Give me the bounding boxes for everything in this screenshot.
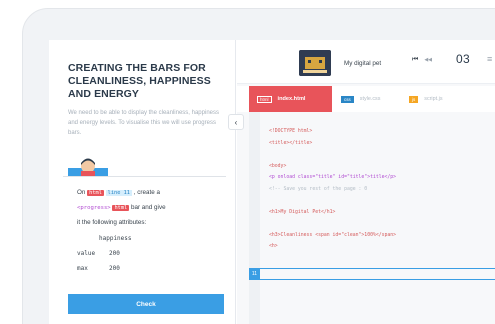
code-line: <!DOCTYPE html>	[269, 129, 313, 134]
code-comment: <!-- Save you rest of the page : 0	[269, 186, 368, 192]
task-line-1: On html line 11 , create a	[77, 189, 160, 196]
project-name: My digital pet	[344, 60, 382, 67]
attribute-value-key: value	[77, 250, 96, 257]
mascot-icon	[68, 158, 108, 176]
html-tag: html	[112, 205, 130, 211]
active-line-number: 11	[249, 269, 260, 279]
skip-back-icon[interactable]: ⏮	[412, 56, 418, 64]
step-controls: ⏮ ◀◀	[412, 56, 432, 64]
chevron-left-icon: ‹	[234, 117, 238, 127]
task-line-3: it the following attributes:	[77, 219, 147, 226]
html-tag: html	[87, 190, 104, 196]
active-code-line[interactable]	[249, 268, 495, 280]
tab-script-js[interactable]: js script.js	[403, 86, 443, 112]
tab-label: index.html	[277, 96, 306, 102]
tab-index-html[interactable]: html index.html	[249, 86, 332, 112]
attribute-name: happiness	[99, 235, 132, 242]
next-step-icon[interactable]: ≡	[487, 54, 492, 64]
code-line: <h3>Cleanliness <span id="clean">100%</s…	[269, 232, 397, 238]
task-line-2: <progress> html bar and give	[77, 204, 166, 211]
task-text: , create a	[133, 189, 161, 196]
lesson-title: CREATING THE BARS FOR CLEANLINESS, HAPPI…	[68, 62, 211, 100]
lesson-intro: We need to be able to display the cleanl…	[68, 110, 219, 136]
code-line: <h1>My Digital Pet</h1>	[269, 209, 336, 215]
pet-image-icon	[299, 50, 331, 76]
check-button[interactable]: Check	[68, 294, 224, 314]
code-line: <body>	[269, 163, 287, 169]
attribute-max-key: max	[77, 265, 88, 272]
tab-label: style.css	[359, 96, 381, 102]
file-tabs: html index.html css style.css js script.…	[237, 86, 495, 112]
lesson-panel: CREATING THE BARS FOR CLEANLINESS, HAPPI…	[49, 40, 236, 324]
code-area[interactable]: <!DOCTYPE html> <title></title> <body> <…	[269, 126, 495, 253]
task-text: bar and give	[130, 204, 166, 211]
code-line: <p onload class="title" id="title">title…	[269, 175, 397, 180]
project-header: My digital pet ⏮ ◀◀ 03 ≡	[237, 40, 495, 84]
app-window: CREATING THE BARS FOR CLEANLINESS, HAPPI…	[49, 40, 495, 324]
tab-label: script.js	[424, 96, 443, 102]
progress-tag: <progress>	[77, 205, 111, 211]
previous-step-icon[interactable]: ◀◀	[424, 57, 432, 63]
code-line: <h>	[269, 244, 278, 249]
css-file-icon: css	[341, 95, 354, 103]
code-editor: My digital pet ⏮ ◀◀ 03 ≡ html index.html…	[237, 40, 495, 324]
project-thumbnail	[299, 50, 331, 76]
line-gutter	[249, 112, 260, 324]
tab-style-css[interactable]: css style.css	[335, 86, 380, 112]
task-card: On html line 11 , create a <progress> ht…	[63, 176, 226, 290]
attribute-max-val: 200	[109, 265, 120, 272]
attribute-value-val: 200	[109, 250, 120, 257]
code-line: <title></title>	[269, 140, 313, 146]
js-file-icon: js	[409, 95, 419, 103]
task-text: On	[77, 189, 86, 196]
step-number: 03	[456, 52, 470, 66]
line-ref: line 11	[105, 190, 132, 196]
collapse-panel-button[interactable]: ‹	[228, 114, 244, 130]
html-file-icon: html	[257, 95, 272, 103]
